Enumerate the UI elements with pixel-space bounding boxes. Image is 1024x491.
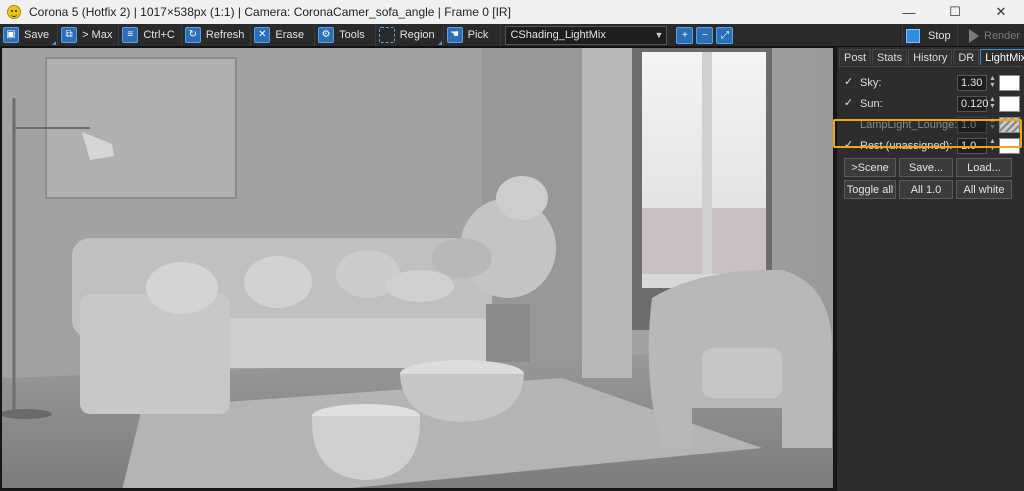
sky-spinner-arrows-icon[interactable]: ▲ ▼ (989, 75, 997, 89)
lightmix-buttons-row-2: Toggle all All 1.0 All white (844, 180, 1017, 199)
dropdown-corner-icon (52, 40, 57, 45)
render-viewport[interactable] (1, 47, 834, 489)
zoom-out-icon[interactable]: − (696, 26, 714, 44)
zoom-fit-icon[interactable]: ⤢ (716, 26, 734, 44)
erase-button[interactable]: ✕ Erase (251, 24, 316, 46)
sun-spinner-arrows-icon[interactable]: ▲ ▼ (989, 96, 997, 110)
lightmix-row-sky: ✓ Sky: 1.30 ▲ ▼ (844, 73, 1020, 92)
refresh-button[interactable]: ↻ Refresh (182, 24, 252, 46)
render-pass-dropdown[interactable]: CShading_LightMix ▼ (505, 25, 668, 45)
lamplight-color-swatch[interactable] (999, 116, 1020, 133)
toolbar: ▣ Save ⧉ > Max ≡ Ctrl+C ↻ Refresh ✕ Eras… (0, 24, 1024, 47)
lightmix-list: ✓ Sky: 1.30 ▲ ▼ ✓ Sun: 0.120 ▲ ▼ LampLight… (837, 67, 1024, 199)
save-label: Save (24, 29, 50, 41)
all-one-button[interactable]: All 1.0 (899, 180, 953, 199)
tab-stats[interactable]: Stats (872, 49, 908, 65)
toggle-all-button[interactable]: Toggle all (844, 180, 896, 199)
sky-checkbox[interactable]: ✓ (844, 77, 855, 88)
tools-button[interactable]: ⚙ Tools (315, 24, 376, 46)
pick-button[interactable]: ☚ Pick (444, 24, 502, 46)
max-window-icon: ⧉ (61, 27, 78, 43)
max-button[interactable]: ⧉ > Max (58, 24, 120, 46)
all-white-button[interactable]: All white (956, 180, 1012, 199)
copy-button[interactable]: ≡ Ctrl+C (119, 24, 182, 46)
stop-label: Stop (928, 29, 951, 42)
render-button[interactable]: Render (965, 25, 1024, 46)
close-button[interactable]: ✕ (978, 0, 1024, 24)
sky-color-swatch[interactable] (999, 74, 1020, 91)
rest-checkbox[interactable]: ✓ (844, 140, 855, 151)
lightmix-row-lamplight: LampLight_Lounge: 1.0 ▲ ▼ (844, 115, 1020, 134)
clipboard-icon: ≡ (122, 27, 139, 43)
render-image (2, 48, 833, 488)
tab-post[interactable]: Post (839, 49, 872, 65)
chevron-down-icon: ▼ (654, 29, 664, 40)
minimize-button[interactable]: — (886, 0, 932, 24)
gear-icon: ⚙ (318, 27, 335, 43)
panel-tabs: Post Stats History DR LightMix (837, 49, 1024, 66)
load-lightmix-button[interactable]: Load... (956, 158, 1012, 177)
floppy-disk-icon: ▣ (3, 27, 19, 43)
title-bar: Corona 5 (Hotfix 2) | 1017×538px (1:1) |… (0, 0, 1024, 24)
tab-history[interactable]: History (908, 49, 953, 65)
sun-label: Sun: (860, 97, 883, 110)
tools-label: Tools (339, 29, 365, 41)
zoom-in-icon[interactable]: + (676, 26, 694, 44)
lamplight-label: LampLight_Lounge: (860, 118, 958, 131)
max-label: > Max (82, 29, 113, 41)
rest-label: Rest (unassigned): (860, 139, 953, 152)
right-panel: Post Stats History DR LightMix ✓ Sky: 1.… (836, 47, 1024, 491)
erase-label: Erase (275, 29, 305, 41)
corona-app-icon (7, 5, 21, 19)
window-controls: — ☐ ✕ (886, 0, 1024, 24)
stop-icon (906, 28, 920, 43)
rest-intensity-input[interactable]: 1.0 (957, 137, 987, 154)
to-scene-button[interactable]: >Scene (844, 158, 896, 177)
render-label: Render (984, 29, 1021, 42)
sun-intensity-input[interactable]: 0.120 (957, 95, 989, 112)
refresh-icon: ↻ (184, 27, 201, 43)
region-label: Region (399, 29, 435, 41)
lamplight-intensity-input[interactable]: 1.0 (957, 116, 987, 133)
render-pass-value: CShading_LightMix (510, 29, 606, 41)
lamplight-checkbox[interactable] (844, 119, 855, 130)
region-select-icon (378, 27, 395, 43)
lightmix-row-rest: ✓ Rest (unassigned): 1.0 ▲ ▼ (844, 136, 1020, 155)
erase-x-icon: ✕ (254, 27, 271, 43)
hand-pointer-icon: ☚ (446, 27, 463, 43)
lightmix-row-sun: ✓ Sun: 0.120 ▲ ▼ (844, 94, 1020, 113)
tab-dr[interactable]: DR (953, 49, 980, 65)
refresh-label: Refresh (205, 29, 245, 41)
sun-checkbox[interactable]: ✓ (844, 98, 855, 109)
rest-color-swatch[interactable] (999, 137, 1020, 154)
play-icon (969, 28, 979, 43)
copy-label: Ctrl+C (143, 29, 175, 41)
stop-button[interactable]: Stop (902, 25, 958, 46)
pick-label: Pick (467, 29, 489, 41)
save-button[interactable]: ▣ Save (0, 24, 59, 46)
lamplight-spinner-arrows-icon[interactable]: ▲ ▼ (989, 117, 997, 131)
maximize-button[interactable]: ☐ (932, 0, 978, 24)
sky-label: Sky: (860, 76, 882, 89)
window-title: Corona 5 (Hotfix 2) | 1017×538px (1:1) |… (29, 5, 511, 19)
rest-spinner-arrows-icon[interactable]: ▲ ▼ (989, 138, 997, 152)
lightmix-buttons-row-1: >Scene Save... Load... (844, 158, 1017, 177)
sky-intensity-input[interactable]: 1.30 (957, 74, 987, 91)
save-lightmix-button[interactable]: Save... (899, 158, 953, 177)
region-button[interactable]: Region (376, 24, 444, 46)
sun-color-swatch[interactable] (999, 95, 1020, 112)
tab-lightmix[interactable]: LightMix (980, 49, 1024, 65)
dropdown-corner-icon (437, 40, 442, 45)
